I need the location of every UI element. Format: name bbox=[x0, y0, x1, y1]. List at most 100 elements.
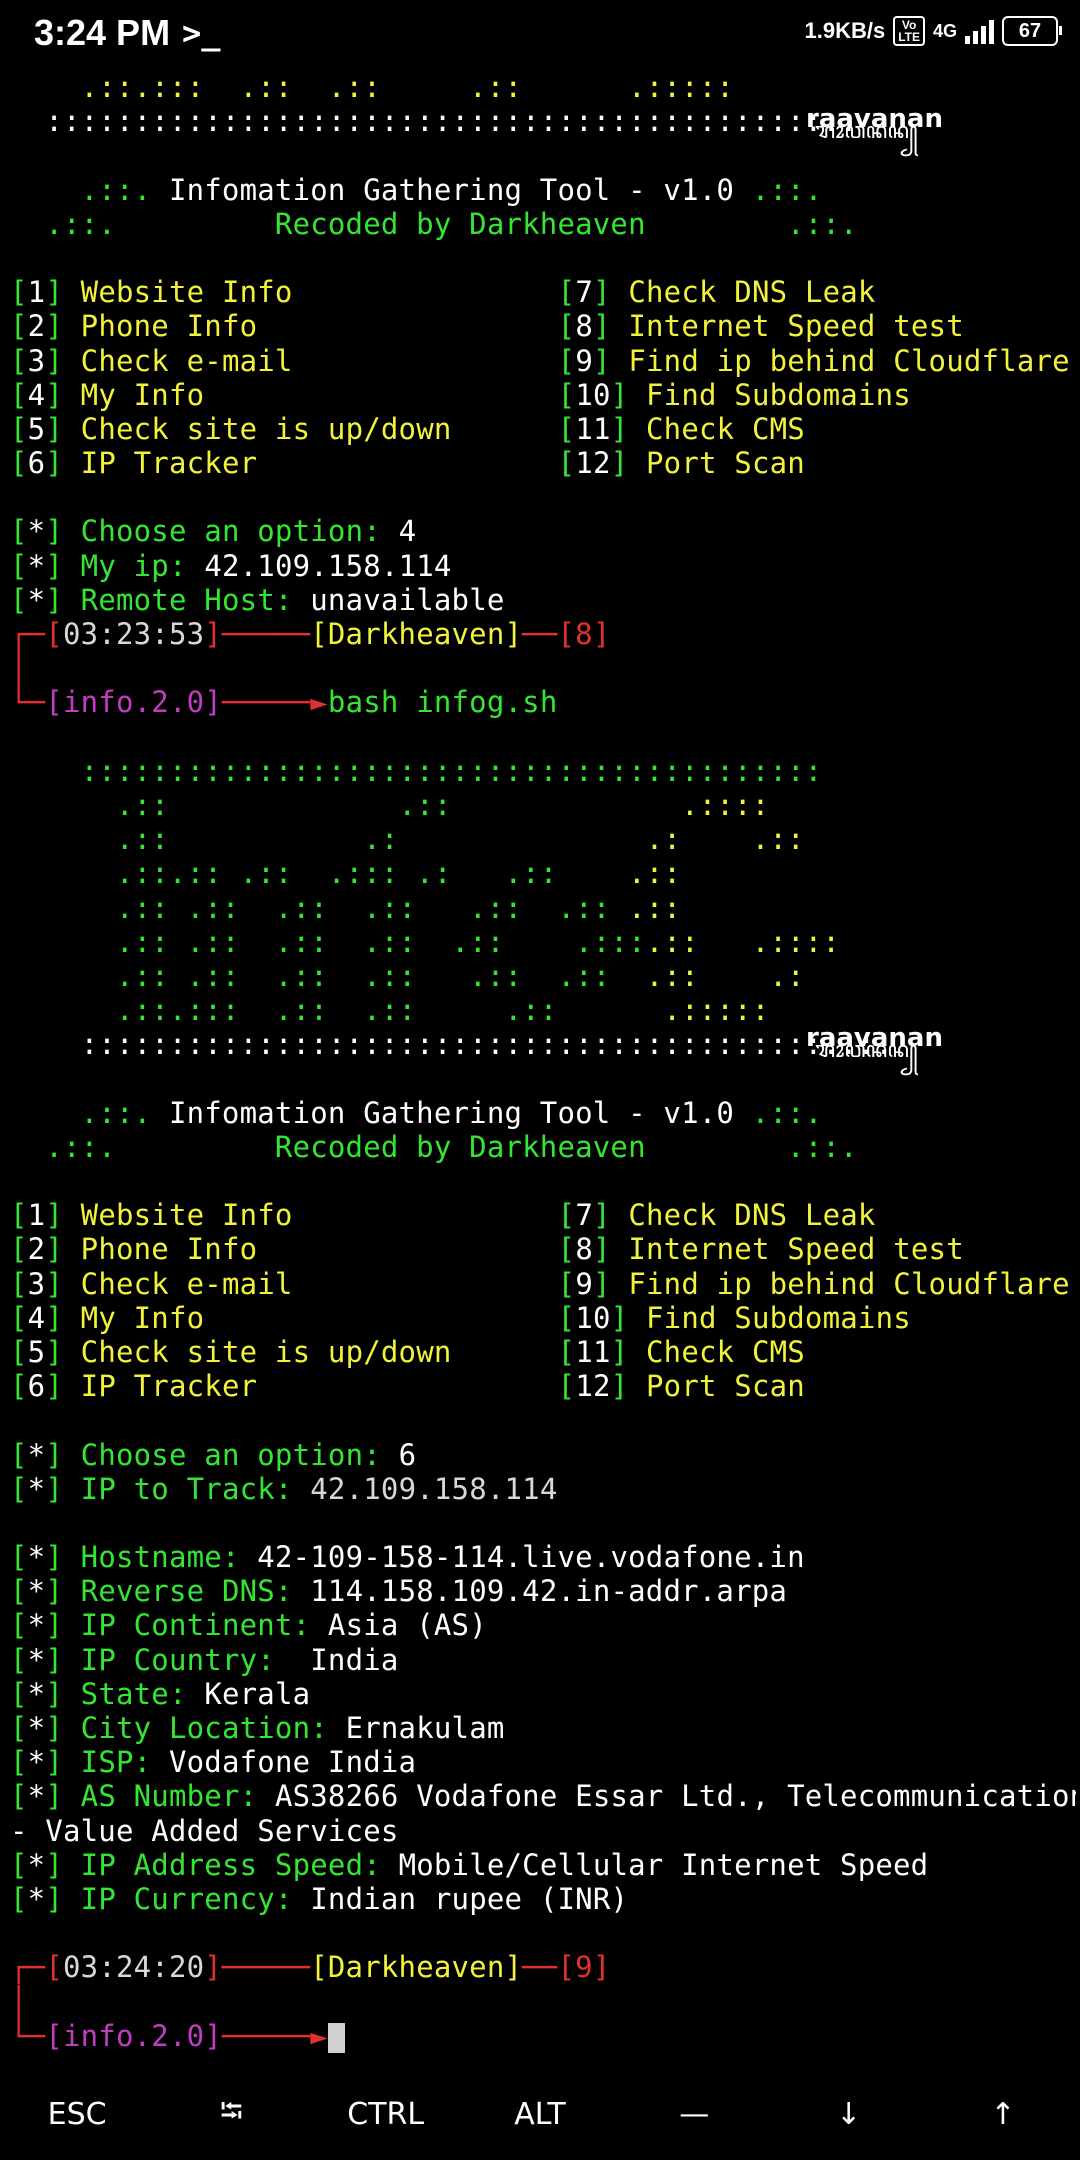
banner-line: .:: .:: .:: .:: .:: .:: .:: bbox=[10, 890, 682, 925]
result-label: AS Number: bbox=[80, 1779, 258, 1814]
menu-row: [6] IP Tracker [12] Port Scan bbox=[10, 1369, 805, 1404]
result-label: City Location: bbox=[80, 1711, 328, 1745]
menu-item-label: Phone Info bbox=[80, 309, 258, 344]
text-cursor[interactable] bbox=[327, 2022, 345, 2053]
alt-key[interactable]: ALT bbox=[463, 2097, 617, 2132]
result-label: IP Continent: bbox=[80, 1608, 311, 1643]
signal-icon bbox=[965, 18, 994, 44]
result-value: AS38266 Vodafone Essar Ltd., Telecommuni… bbox=[274, 1779, 1076, 1814]
result-row: [*] Hostname: 42-109-158-114.live.vodafo… bbox=[10, 1540, 805, 1575]
result-value: Vodafone India bbox=[168, 1745, 417, 1780]
menu-item-label: Phone Info bbox=[80, 1232, 258, 1267]
menu-row: [2] Phone Info [8] Internet Speed test bbox=[10, 309, 964, 344]
prompt-header: ┌─[03:24:20]─────[Darkheaven]──[9] bbox=[10, 1950, 611, 1985]
menu-number: 6 bbox=[27, 1369, 46, 1404]
menu-number: 11 bbox=[575, 411, 611, 446]
prompt-time: 03:24:20 bbox=[62, 1950, 205, 1985]
remote-host-line: [*] Remote Host: unavailable bbox=[10, 582, 505, 617]
result-row: [*] IP Country: India bbox=[10, 1642, 399, 1677]
menu-item-label: My Info bbox=[80, 377, 205, 412]
status-icons: 1.9KB/s Vo LTE 4G 67 bbox=[804, 16, 1062, 46]
result-label: ISP: bbox=[80, 1745, 152, 1780]
menu-number: 2 bbox=[27, 1232, 46, 1267]
track-line: [*] IP to Track: 42.109.158.114 bbox=[10, 1471, 558, 1506]
result-row: [*] City Location: Ernakulam bbox=[10, 1711, 505, 1745]
battery-level: 67 bbox=[1018, 19, 1042, 42]
menu-number: 10 bbox=[575, 377, 611, 412]
banner-line: .:: .:: .:::: bbox=[10, 787, 770, 822]
menu-item-label: My Info bbox=[80, 1300, 205, 1335]
esc-key[interactable]: ESC bbox=[0, 2097, 154, 2132]
remote-host-value: unavailable bbox=[310, 582, 505, 617]
menu-number: 12 bbox=[575, 446, 611, 481]
network-speed: 1.9KB/s bbox=[804, 18, 886, 43]
menu-row: [6] IP Tracker [12] Port Scan bbox=[10, 446, 805, 481]
menu-number: 8 bbox=[575, 1232, 594, 1267]
menu-row: [3] Check e-mail [9] Find ip behind Cloud… bbox=[10, 343, 1070, 378]
menu-number: 12 bbox=[575, 1369, 611, 1404]
menu-number: 1 bbox=[27, 1198, 46, 1233]
result-label: IP Address Speed: bbox=[80, 1847, 381, 1882]
banner-line: .::.:: .:: .::: .: .:: .:: bbox=[10, 856, 682, 891]
menu-item-label: Find Subdomains bbox=[646, 1300, 911, 1335]
menu-number: 2 bbox=[27, 309, 46, 344]
terminal-output[interactable]: .::.::: .:: .:: .:: .::::: :::::::::::::… bbox=[10, 70, 1076, 2068]
menu-item-label: Check site is up/down bbox=[80, 1334, 452, 1369]
result-value: 42-109-158-114.live.vodafone.in bbox=[257, 1540, 805, 1575]
result-row: [*] IP Continent: Asia (AS) bbox=[10, 1608, 487, 1643]
recoded-line: .::. Recoded by Darkheaven .::. bbox=[45, 1129, 858, 1164]
dash-key[interactable]: — bbox=[617, 2097, 771, 2132]
result-value: India bbox=[292, 1642, 399, 1677]
banner-line: .:: .:: .:: .:: .:: .:::.:: .:::: bbox=[10, 924, 841, 959]
menu-number: 10 bbox=[575, 1300, 611, 1335]
menu-item-label: Find Subdomains bbox=[646, 377, 911, 412]
menu-item-label: Check e-mail bbox=[80, 343, 293, 378]
menu-item-label: Check DNS Leak bbox=[628, 1198, 876, 1233]
menu-item-label: IP Tracker bbox=[80, 446, 258, 481]
command: bash infog.sh bbox=[327, 685, 558, 720]
banner-line: .:: .: .: .:: bbox=[10, 822, 805, 857]
menu-item-label: Internet Speed test bbox=[628, 309, 964, 344]
title-deco: .::. bbox=[80, 172, 152, 207]
result-label: State: bbox=[80, 1676, 187, 1711]
prompt-num: [8] bbox=[557, 617, 611, 651]
menu-row: [5] Check site is up/down [11] Check CMS bbox=[10, 411, 805, 446]
menu-number: 9 bbox=[575, 343, 594, 378]
tool-title-line: .::. Infomation Gathering Tool - v1.0 .:… bbox=[80, 1095, 823, 1130]
arrow-down-key[interactable]: ↓ bbox=[771, 2097, 925, 2132]
menu-number: 3 bbox=[27, 343, 46, 378]
result-row: - Value Added Services bbox=[10, 1814, 1076, 1848]
result-label: Reverse DNS: bbox=[80, 1574, 293, 1609]
title-deco: .::. bbox=[751, 172, 823, 207]
choose-line: [*] Choose an option: 6 bbox=[10, 1437, 417, 1472]
arrow-up-key[interactable]: ↑ bbox=[926, 2097, 1080, 2132]
prompt-command-line: └─[info.2.0]─────►bash infog.sh bbox=[10, 685, 558, 720]
result-label: IP Country: bbox=[80, 1642, 275, 1677]
recoded-by: Recoded by Darkheaven bbox=[274, 206, 646, 241]
menu-item-label: Check site is up/down bbox=[80, 411, 452, 446]
result-row: [*] ISP: Vodafone India bbox=[10, 1745, 417, 1780]
ctrl-key[interactable]: CTRL bbox=[309, 2097, 463, 2132]
title-deco: .::. bbox=[787, 206, 858, 241]
menu-number: 7 bbox=[575, 1198, 594, 1233]
my-ip-line: [*] My ip: 42.109.158.114 bbox=[10, 548, 452, 583]
prompt-header: ┌─[03:23:53]─────[Darkheaven]──[8] bbox=[10, 617, 611, 651]
prompt-dir: [info.2.0] bbox=[45, 685, 222, 720]
prompt-user: [Darkheaven] bbox=[310, 617, 523, 651]
ip-results: [*] Hostname: 42-109-158-114.live.vodafo… bbox=[10, 1540, 1076, 1916]
menu-row: [3] Check e-mail [9] Find ip behind Cloud… bbox=[10, 1266, 1070, 1301]
menu-number: 8 bbox=[575, 309, 594, 344]
tool-title: Infomation Gathering Tool - v1.0 bbox=[168, 172, 735, 207]
menu-number: 5 bbox=[27, 1334, 46, 1369]
tab-key[interactable]: ⭾ bbox=[154, 2089, 308, 2140]
title-deco: .::. bbox=[45, 206, 116, 241]
result-value: Asia (AS) bbox=[327, 1608, 487, 1643]
menu-number: 9 bbox=[575, 1266, 594, 1301]
result-row: [*] State: Kerala bbox=[10, 1676, 311, 1711]
prompt-time: 03:23:53 bbox=[62, 617, 205, 651]
menu-row: [5] Check site is up/down [11] Check CMS bbox=[10, 1334, 805, 1369]
menu-item-label: Website Info bbox=[80, 275, 293, 310]
prompt-user: [Darkheaven] bbox=[310, 1950, 523, 1985]
prompt-input-line[interactable]: └─[info.2.0]─────► bbox=[10, 2019, 1076, 2053]
menu-item-label: Port Scan bbox=[646, 446, 805, 481]
